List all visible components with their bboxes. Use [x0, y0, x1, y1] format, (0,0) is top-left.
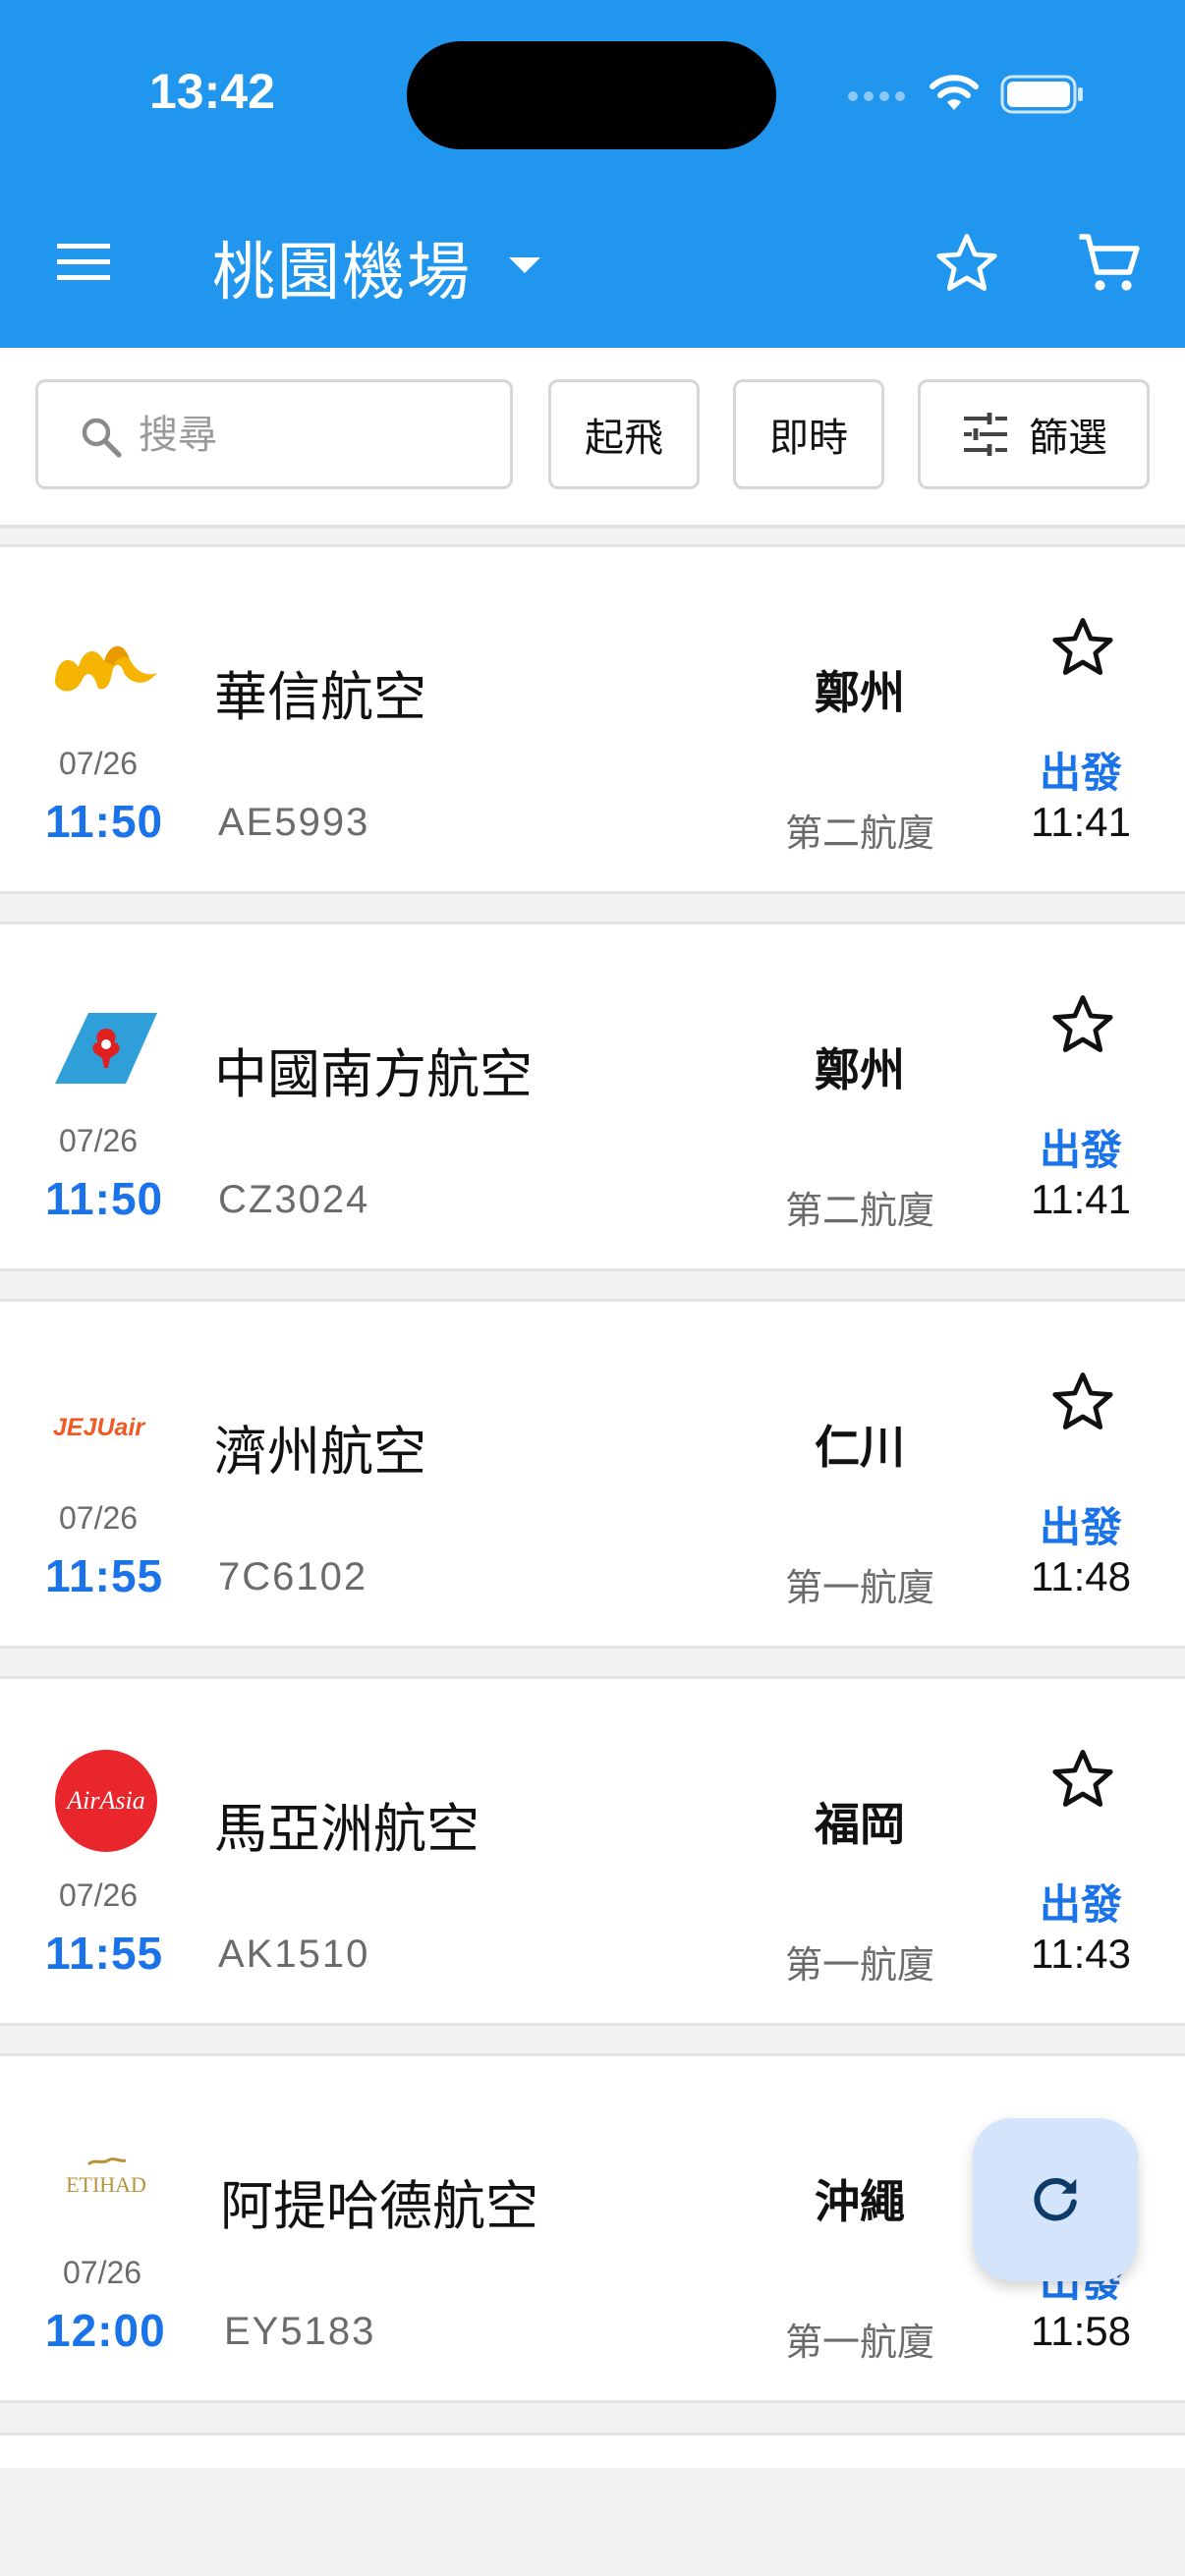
tune-icon: [964, 413, 1007, 456]
actual-time: 11:41: [1031, 1176, 1131, 1222]
svg-text:JEJUair: JEJUair: [53, 1414, 145, 1441]
star-outline-icon: [1052, 995, 1113, 1052]
scheduled-time: 11:50: [45, 796, 164, 847]
menu-icon: [57, 244, 110, 280]
scheduled-time: 12:00: [45, 2305, 166, 2356]
china-southern-logo: [55, 1013, 157, 1084]
airline-name: 華信航空: [214, 666, 426, 728]
star-outline-icon: [1052, 1372, 1113, 1429]
actual-time: 11:58: [1031, 2308, 1131, 2354]
flight-card[interactable]: 華信航空 07/26 11:50 AE5993 鄭州 第二航廈 出發 11:41: [0, 544, 1185, 894]
flight-date: 07/26: [63, 2255, 142, 2290]
flight-number: 7C6102: [218, 1555, 368, 1598]
dropdown-arrow-icon[interactable]: [505, 253, 544, 277]
destination: 沖繩: [815, 2175, 905, 2228]
terminal: 第二航廈: [784, 812, 934, 855]
flight-number: AE5993: [218, 801, 370, 844]
flight-status: 出發: [1039, 1880, 1122, 1929]
dynamic-island: [407, 41, 776, 149]
status-time: 13:42: [149, 64, 275, 119]
actual-time: 11:41: [1031, 799, 1131, 845]
etihad-logo: ETIHAD: [66, 2157, 146, 2197]
actual-time: 11:43: [1031, 1931, 1131, 1977]
terminal: 第一航廈: [784, 2321, 934, 2364]
terminal: 第一航廈: [784, 1566, 934, 1609]
flight-status: 出發: [1039, 1503, 1122, 1551]
scheduled-time: 11:55: [45, 1928, 164, 1979]
terminal: 第一航廈: [784, 1943, 934, 1987]
favorite-flight-button[interactable]: [1047, 1367, 1118, 1437]
airasia-logo: AirAsia: [55, 1750, 157, 1852]
airline-name: 阿提哈德航空: [220, 2175, 538, 2237]
status-icons: [847, 71, 1083, 120]
star-outline-icon: [936, 234, 997, 291]
jejuair-logo: JEJUair: [53, 1414, 145, 1441]
flight-card[interactable]: JEJUair 濟州航空 07/26 11:55 7C6102 仁川 第一航廈 …: [0, 1299, 1185, 1649]
departure-toggle-button[interactable]: 起飛: [548, 379, 700, 489]
favorite-flight-button[interactable]: [1047, 1744, 1118, 1815]
favorite-flight-button[interactable]: [1047, 989, 1118, 1060]
refresh-icon: [1034, 2178, 1077, 2221]
flight-status: 出發: [1039, 749, 1122, 797]
favorites-button[interactable]: [931, 228, 1002, 299]
live-toggle-button[interactable]: 即時: [733, 379, 884, 489]
star-outline-icon: [1052, 618, 1113, 675]
destination: 鄭州: [815, 1043, 905, 1096]
search-icon: [82, 418, 122, 458]
flight-card[interactable]: 中國南方航空 07/26 11:50 CZ3024 鄭州 第二航廈 出發 11:…: [0, 922, 1185, 1271]
flight-status: 出發: [1039, 1126, 1122, 1174]
destination: 鄭州: [815, 666, 905, 719]
flight-number: CZ3024: [218, 1178, 370, 1221]
destination: 仁川: [815, 1421, 905, 1474]
battery-icon: [1000, 75, 1083, 114]
flight-number: AK1510: [218, 1932, 370, 1976]
flight-card[interactable]: AirAsia 馬亞洲航空 07/26 11:55 AK1510 福岡 第一航廈…: [0, 1676, 1185, 2026]
flight-number: EY5183: [224, 2310, 376, 2353]
star-outline-icon: [1052, 1750, 1113, 1807]
cart-icon: [1079, 234, 1140, 291]
filter-toolbar: 起飛 即時 篩選: [0, 348, 1185, 529]
airline-name: 中國南方航空: [214, 1043, 533, 1105]
signal-icon: [848, 91, 905, 101]
flight-card-partial[interactable]: [0, 2433, 1185, 2468]
favorite-flight-button[interactable]: [1047, 612, 1118, 683]
search-input[interactable]: [137, 402, 494, 469]
destination: 福岡: [815, 1798, 905, 1851]
svg-text:AirAsia: AirAsia: [65, 1786, 144, 1815]
filter-button[interactable]: 篩選: [918, 379, 1150, 489]
terminal: 第二航廈: [784, 1189, 934, 1232]
filter-label: 篩選: [1029, 416, 1107, 461]
app-header: 13:42 桃園機場: [0, 0, 1185, 348]
wifi-icon: [930, 75, 979, 110]
airline-name: 濟州航空: [214, 1421, 426, 1483]
scheduled-time: 11:55: [45, 1550, 164, 1601]
search-box[interactable]: [35, 379, 513, 489]
scheduled-time: 11:50: [45, 1173, 164, 1224]
airport-title[interactable]: 桃園機場: [212, 222, 472, 312]
refresh-button[interactable]: [973, 2118, 1138, 2281]
svg-text:ETIHAD: ETIHAD: [66, 2172, 146, 2197]
flight-date: 07/26: [59, 1123, 139, 1158]
flight-date: 07/26: [59, 1877, 139, 1913]
flight-date: 07/26: [59, 1500, 139, 1536]
menu-button[interactable]: [49, 228, 118, 297]
cart-button[interactable]: [1075, 228, 1146, 299]
flight-date: 07/26: [59, 746, 139, 781]
actual-time: 11:48: [1031, 1553, 1131, 1599]
airline-name: 馬亞洲航空: [214, 1798, 480, 1860]
mandarin-airlines-logo: [55, 645, 157, 692]
